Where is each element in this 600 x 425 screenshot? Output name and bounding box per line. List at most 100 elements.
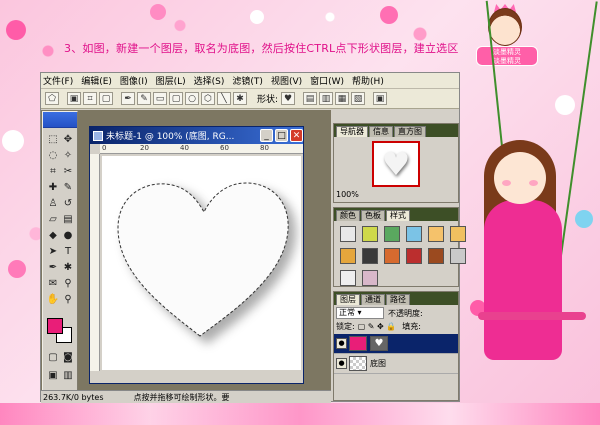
intersect-icon[interactable]: ▦ — [335, 92, 350, 105]
style-swatch[interactable] — [340, 270, 356, 286]
healing-brush-icon[interactable]: ✚ — [46, 180, 60, 194]
rounded-rectangle-icon[interactable]: ▢ — [169, 92, 183, 105]
style-swatch[interactable] — [384, 248, 400, 264]
tab-color[interactable]: 颜色 — [336, 210, 360, 221]
fill-pixels-icon[interactable]: ▢ — [99, 92, 113, 105]
blend-mode-select[interactable]: 正常 ▾ — [336, 307, 384, 319]
bottom-flower-band — [0, 403, 600, 425]
menu-file[interactable]: 文件(F) — [43, 74, 73, 87]
type-tool-icon[interactable]: T — [61, 244, 75, 258]
eye-icon[interactable]: ● — [336, 338, 347, 349]
menu-view[interactable]: 视图(V) — [271, 74, 302, 87]
notes-tool-icon[interactable]: ✉ — [46, 276, 60, 290]
quickmask-mode-icon[interactable]: ◙ — [61, 350, 75, 364]
combine-icon[interactable]: ▤ — [303, 92, 318, 105]
tab-layers[interactable]: 图层 — [336, 294, 360, 305]
style-swatch[interactable] — [450, 226, 466, 242]
style-swatch[interactable] — [362, 248, 378, 264]
custom-shape-tool-icon[interactable]: ✱ — [61, 260, 75, 274]
layer-name: 底图 — [370, 359, 386, 368]
fullscreen-mode-icon[interactable]: ▥ — [61, 368, 75, 382]
cheek — [502, 180, 511, 186]
magic-wand-icon[interactable]: ✧ — [61, 148, 75, 162]
line-icon[interactable]: ╲ — [217, 92, 231, 105]
heart-shape-picker[interactable]: ♥ — [281, 92, 296, 105]
foreground-color-swatch[interactable] — [47, 318, 63, 334]
style-swatch[interactable] — [340, 248, 356, 264]
marquee-tool-icon[interactable]: ⬚ — [46, 132, 60, 146]
style-swatch[interactable] — [406, 226, 422, 242]
style-swatch[interactable] — [340, 226, 356, 242]
custom-shape-icon[interactable]: ✱ — [233, 92, 247, 105]
menu-layer[interactable]: 图层(L) — [156, 74, 186, 87]
tab-styles[interactable]: 样式 — [386, 210, 410, 221]
paths-icon[interactable]: ⌗ — [83, 92, 97, 105]
style-swatch[interactable] — [450, 248, 466, 264]
eye-icon[interactable]: ● — [336, 358, 347, 369]
blur-tool-icon[interactable]: ◆ — [46, 228, 60, 242]
swing-girl-illustration — [462, 0, 598, 400]
menu-select[interactable]: 选择(S) — [194, 74, 225, 87]
style-swatch[interactable] — [428, 226, 444, 242]
screen-mode-icon[interactable]: ▣ — [46, 368, 60, 382]
tab-info[interactable]: 信息 — [369, 126, 393, 137]
lasso-tool-icon[interactable]: ◌ — [46, 148, 60, 162]
style-picker[interactable]: ▣ — [373, 92, 388, 105]
subtract-icon[interactable]: ▥ — [319, 92, 334, 105]
menu-help[interactable]: 帮助(H) — [352, 74, 384, 87]
exclude-icon[interactable]: ▧ — [351, 92, 366, 105]
lock-icons[interactable]: ▢ ✎ ✥ 🔒 — [358, 322, 397, 331]
navigator-panel: 导航器 信息 直方图 ♥ 100% — [333, 123, 459, 203]
minimize-button[interactable]: _ — [260, 129, 273, 142]
menu-filter[interactable]: 滤镜(T) — [232, 74, 263, 87]
ellipse-icon[interactable]: ○ — [185, 92, 199, 105]
style-swatch[interactable] — [428, 248, 444, 264]
tab-channels[interactable]: 通道 — [361, 294, 385, 305]
tool-preset-icon[interactable]: ⬠ — [45, 92, 59, 105]
menu-edit[interactable]: 编辑(E) — [81, 74, 112, 87]
tab-swatches[interactable]: 色板 — [361, 210, 385, 221]
hand-tool-icon[interactable]: ✋ — [46, 292, 60, 306]
vector-mask-thumb[interactable]: ♥ — [370, 336, 388, 351]
navigator-zoom[interactable]: 100% — [334, 190, 458, 199]
eraser-tool-icon[interactable]: ▱ — [46, 212, 60, 226]
stamp-tool-icon[interactable]: ♙ — [46, 196, 60, 210]
layer-row-shape[interactable]: ● ♥ — [334, 334, 458, 354]
move-tool-icon[interactable]: ✥ — [61, 132, 75, 146]
style-swatch[interactable] — [362, 270, 378, 286]
path-select-icon[interactable]: ➤ — [46, 244, 60, 258]
shape-layers-icon[interactable]: ▣ — [67, 92, 81, 105]
ruler-mark: 40 — [180, 144, 189, 152]
gradient-tool-icon[interactable]: ▤ — [61, 212, 75, 226]
layer-row-base[interactable]: ● 底图 — [334, 354, 458, 374]
zoom-tool-icon[interactable]: ⚲ — [61, 292, 75, 306]
logo-banner: 淡墨精灵 淡墨精灵 — [476, 46, 538, 66]
standard-mode-icon[interactable]: ▢ — [46, 350, 60, 364]
tab-histogram[interactable]: 直方图 — [394, 126, 426, 137]
menu-window[interactable]: 窗口(W) — [310, 74, 344, 87]
pen-icon[interactable]: ✒ — [121, 92, 135, 105]
slice-tool-icon[interactable]: ✂ — [61, 164, 75, 178]
eyedropper-icon[interactable]: ⚲ — [61, 276, 75, 290]
navigator-preview[interactable]: ♥ — [372, 141, 420, 187]
dodge-tool-icon[interactable]: ● — [61, 228, 75, 242]
close-button[interactable]: ✕ — [290, 129, 303, 142]
flower-decoration — [8, 260, 26, 278]
style-swatch[interactable] — [384, 226, 400, 242]
tab-paths[interactable]: 路径 — [386, 294, 410, 305]
pen-tool-icon[interactable]: ✒ — [46, 260, 60, 274]
polygon-icon[interactable]: ⬡ — [201, 92, 215, 105]
style-swatch[interactable] — [406, 248, 422, 264]
rectangle-icon[interactable]: ▭ — [153, 92, 167, 105]
maximize-button[interactable]: □ — [275, 129, 288, 142]
document-titlebar[interactable]: 未标题-1 @ 100% (底图, RG... _ □ ✕ — [90, 127, 303, 144]
freeform-pen-icon[interactable]: ✎ — [137, 92, 151, 105]
history-brush-icon[interactable]: ↺ — [61, 196, 75, 210]
style-swatch[interactable] — [362, 226, 378, 242]
brush-tool-icon[interactable]: ✎ — [61, 180, 75, 194]
menu-image[interactable]: 图像(I) — [120, 74, 148, 87]
canvas[interactable] — [102, 156, 301, 370]
tab-navigator[interactable]: 导航器 — [336, 126, 368, 137]
file-size-status: 263.7K/0 bytes — [43, 392, 104, 402]
crop-tool-icon[interactable]: ⌗ — [46, 164, 60, 178]
